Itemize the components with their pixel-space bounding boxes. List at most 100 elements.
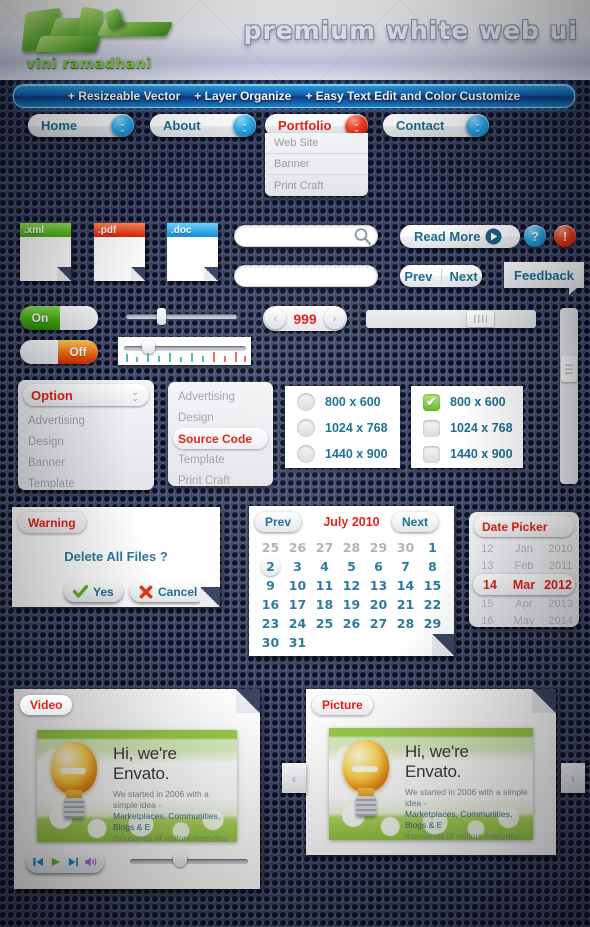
calendar-day[interactable]: 12 (338, 576, 365, 595)
radio-button[interactable] (297, 393, 315, 411)
select-item-template[interactable]: Template (18, 473, 154, 494)
read-more-button[interactable]: Read More (400, 225, 520, 248)
file-icon-doc[interactable]: .doc (167, 223, 218, 281)
select-item-source-code[interactable]: Source Code (173, 428, 268, 449)
file-icon-pdf[interactable]: .pdf (94, 223, 145, 281)
carousel-next-button[interactable]: › (561, 763, 585, 793)
calendar-day[interactable]: 28 (338, 538, 365, 557)
calendar-day[interactable]: 6 (365, 557, 392, 576)
dropdown-item-print-craft[interactable]: Print Craft (265, 175, 368, 196)
chevron-down-icon[interactable]: ⌄ ⌄ (233, 114, 256, 137)
radio-button[interactable] (297, 419, 315, 437)
pager-next-button[interactable]: Next (442, 269, 486, 284)
slider-track[interactable] (126, 314, 237, 319)
text-input[interactable] (234, 265, 378, 287)
scrollbar-thumb[interactable] (467, 311, 494, 327)
chevron-right-icon[interactable]: › (323, 308, 345, 329)
toggle-off[interactable]: Off (20, 340, 98, 364)
select-header[interactable]: Option ⌄ ⌄ (23, 384, 149, 406)
select-item-template[interactable]: Template (168, 449, 273, 470)
calendar-day[interactable]: 26 (284, 538, 311, 557)
chevron-down-icon[interactable]: ⌄ ⌄ (131, 388, 139, 403)
calendar-day[interactable]: 29 (419, 614, 446, 633)
chevron-down-icon[interactable]: ⌄ ⌄ (111, 114, 134, 137)
checkbox[interactable] (423, 445, 440, 463)
calendar-day[interactable]: 30 (392, 538, 419, 557)
video-progress-handle[interactable] (173, 853, 187, 867)
calendar-day[interactable]: 17 (284, 595, 311, 614)
chevron-down-icon[interactable]: ⌄ ⌄ (466, 114, 489, 137)
date-picker-row[interactable]: 16 May 2014 (469, 612, 579, 629)
calendar-day[interactable]: 27 (365, 614, 392, 633)
text-input-field[interactable] (235, 266, 377, 286)
toggle-knob[interactable] (20, 340, 58, 364)
toggle-on[interactable]: On (20, 306, 98, 330)
slider-handle[interactable] (142, 341, 155, 354)
calendar-day[interactable]: 13 (365, 576, 392, 595)
checkbox-row[interactable]: 1440 x 900 (411, 441, 523, 467)
calendar-day[interactable]: 5 (338, 557, 365, 576)
horizontal-scrollbar[interactable] (366, 310, 536, 328)
prev-track-icon[interactable] (33, 856, 44, 868)
calendar-day[interactable]: 9 (257, 576, 284, 595)
calendar-day[interactable]: 25 (257, 538, 284, 557)
radio-button[interactable] (297, 445, 315, 463)
calendar-day[interactable]: 18 (311, 595, 338, 614)
calendar-day[interactable]: 20 (365, 595, 392, 614)
checkbox-row[interactable]: 1024 x 768 (411, 415, 523, 441)
date-picker-row[interactable]: 12 Jan 2010 (469, 540, 579, 557)
play-icon[interactable] (51, 856, 61, 868)
calendar-day[interactable]: 27 (311, 538, 338, 557)
calendar-day[interactable]: 10 (284, 576, 311, 595)
calendar-day[interactable]: 19 (338, 595, 365, 614)
radio-row[interactable]: 800 x 600 (285, 389, 400, 415)
select-item-advertising[interactable]: Advertising (18, 410, 154, 431)
calendar-day[interactable]: 4 (311, 557, 338, 576)
calendar-day[interactable]: 28 (392, 614, 419, 633)
calendar-day[interactable]: 14 (392, 576, 419, 595)
feedback-button[interactable]: Feedback (504, 262, 584, 295)
toggle-knob[interactable] (60, 306, 98, 330)
mute-icon[interactable] (85, 856, 97, 868)
dropdown-item-web-site[interactable]: Web Site (265, 133, 368, 154)
help-button[interactable]: ? (524, 225, 546, 247)
date-picker-row[interactable]: 13 Feb 2011 (469, 557, 579, 574)
calendar-day[interactable]: 26 (338, 614, 365, 633)
calendar-day[interactable]: 31 (284, 633, 311, 652)
calendar-day[interactable]: 11 (311, 576, 338, 595)
play-circle-icon[interactable] (485, 228, 502, 245)
checkbox-checked[interactable]: ✔ (423, 393, 440, 411)
slider-handle[interactable] (157, 308, 166, 325)
calendar-day[interactable]: 15 (419, 576, 446, 595)
radio-row[interactable]: 1024 x 768 (285, 415, 400, 441)
dropdown-item-banner[interactable]: Banner (265, 154, 368, 175)
calendar-day[interactable]: 21 (392, 595, 419, 614)
calendar-day[interactable]: 22 (419, 595, 446, 614)
select-item-banner[interactable]: Banner (18, 452, 154, 473)
checkbox[interactable] (423, 419, 440, 437)
video-progress-track[interactable] (130, 859, 248, 864)
date-picker-row[interactable]: 15 Apr 2013 (469, 595, 579, 612)
calendar-day[interactable]: 7 (392, 557, 419, 576)
calendar-day[interactable]: 24 (284, 614, 311, 633)
confirm-cancel-button[interactable]: Cancel (130, 581, 207, 602)
chevron-left-icon[interactable]: ‹ (265, 308, 286, 329)
calendar-day[interactable]: 3 (284, 557, 311, 576)
select-item-advertising[interactable]: Advertising (168, 386, 273, 407)
calendar-day[interactable]: 2 (261, 557, 280, 576)
select-item-print-craft[interactable]: Print Craft (168, 470, 273, 491)
carousel-prev-button[interactable]: ‹ (282, 763, 306, 793)
calendar-day[interactable]: 25 (311, 614, 338, 633)
pager-prev-button[interactable]: Prev (396, 268, 442, 284)
calendar-day[interactable]: 1 (419, 538, 446, 557)
date-picker-row[interactable]: 14 Mar 2012 (473, 574, 575, 595)
select-item-design[interactable]: Design (168, 407, 273, 428)
vertical-scrollbar[interactable] (560, 308, 578, 484)
calendar-day[interactable]: 30 (257, 633, 284, 652)
file-icon-xml[interactable]: .xml (20, 223, 71, 281)
confirm-yes-button[interactable]: Yes (64, 581, 123, 602)
calendar-day[interactable]: 16 (257, 595, 284, 614)
search-icon[interactable] (353, 227, 372, 246)
calendar-day[interactable]: 23 (257, 614, 284, 633)
alert-button[interactable]: ! (554, 225, 576, 247)
